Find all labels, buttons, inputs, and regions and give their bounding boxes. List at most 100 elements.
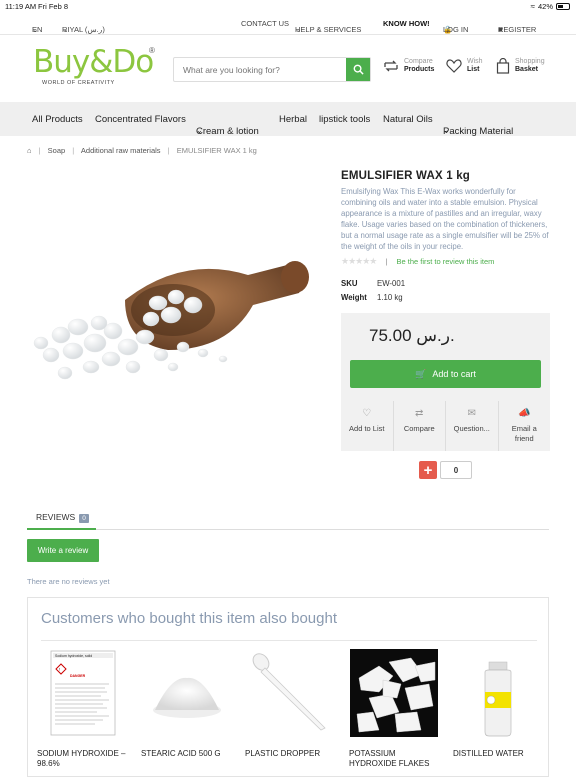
- compare-icon: ⇄: [415, 408, 424, 419]
- nav-herbal[interactable]: Herbal: [279, 114, 307, 125]
- status-date: Fri Feb 8: [38, 2, 69, 11]
- site-header: Buy&Do ® WORLD OF CREATIVITY CompareProd…: [0, 35, 576, 102]
- registered-mark: ®: [149, 46, 155, 55]
- quantity-field[interactable]: 0: [440, 461, 472, 479]
- product-title: EMULSIFIER WAX 1 kg: [341, 170, 471, 182]
- wish-list-link[interactable]: Wish List: [446, 58, 483, 74]
- help-label: HELP & SERVICES: [295, 25, 362, 34]
- sku-row: SKU: [341, 279, 357, 288]
- email-friend-label: Email a friend: [511, 424, 537, 443]
- stearic-acid-image: [153, 677, 221, 718]
- compare-label: Compare: [403, 424, 435, 433]
- nav-all-products[interactable]: All Products: [32, 114, 83, 125]
- chevron-down-icon: ⌄: [62, 25, 69, 34]
- distilled-water-image: [484, 661, 512, 737]
- basket-bottom-label: Basket: [515, 66, 538, 73]
- battery-icon: [556, 3, 570, 10]
- envelope-icon: ✉: [467, 408, 476, 419]
- related-heading: Customers who bought this item also boug…: [41, 610, 337, 627]
- battery-percent: 42%: [537, 2, 553, 11]
- sodium-hydroxide-image: Sodium hydroxide, solid ! DANGER: [50, 650, 116, 736]
- email-friend-button[interactable]: 📣 Email a friend: [499, 401, 551, 451]
- related-item-stearic-acid[interactable]: STEARIC ACID 500 G: [141, 648, 233, 759]
- chevron-down-icon: ⌄: [32, 25, 39, 34]
- svg-text:!: !: [59, 667, 60, 672]
- search-button[interactable]: [346, 58, 370, 81]
- home-icon[interactable]: ⌂: [27, 146, 32, 155]
- search-box: [173, 57, 371, 82]
- product-description: Emulsifying Wax This E-Wax works wonderf…: [341, 187, 549, 251]
- compare-button[interactable]: ⇄ Compare: [394, 401, 446, 451]
- nav-cream-lotion-label: Cream & lotion: [196, 126, 259, 137]
- weight-row: Weight: [341, 293, 367, 302]
- plastic-dropper-image: [252, 653, 326, 731]
- heart-icon: [446, 59, 462, 73]
- compare-icon: [384, 60, 398, 72]
- quantity-plus-button[interactable]: +: [419, 461, 437, 479]
- first-review-link[interactable]: Be the first to review this item: [396, 257, 494, 266]
- breadcrumb: ⌂ | Soap | Additional raw materials | EM…: [27, 146, 257, 155]
- chevron-down-icon: ⌄: [295, 25, 302, 34]
- product-actions: ♡ Add to List ⇄ Compare ✉ Question... 📣 Emai…: [341, 401, 550, 451]
- related-item-name: STEARIC ACID 500 G: [141, 749, 221, 758]
- price-box: 75.00 ر.س. 🛒 Add to cart ♡ Add to List ⇄ C…: [341, 313, 550, 451]
- search-icon: [353, 64, 364, 75]
- question-label: Question...: [453, 424, 490, 433]
- product-price: 75.00 ر.س.: [369, 326, 455, 345]
- potassium-hydroxide-image: [350, 649, 438, 737]
- top-bar: EN ⌄ RIYAL (ر.س) ⌄ CONTACT US HELP & SER…: [0, 13, 576, 35]
- contact-link[interactable]: CONTACT US: [241, 19, 289, 28]
- related-item-sodium-hydroxide[interactable]: Sodium hydroxide, solid ! DANGER SODIUM …: [37, 648, 129, 769]
- compare-products-link[interactable]: Compare Products: [383, 58, 434, 74]
- write-review-button[interactable]: Write a review: [27, 539, 99, 562]
- compare-bottom-label: Products: [404, 66, 435, 73]
- sds-title-text: Sodium hydroxide, solid: [55, 654, 92, 658]
- product-image[interactable]: [33, 255, 313, 405]
- rating-stars: ★★★★★: [341, 256, 377, 266]
- status-time: 11:19 AM: [5, 2, 37, 11]
- heart-icon: ♡: [362, 408, 372, 419]
- logo[interactable]: Buy&Do ® WORLD OF CREATIVITY: [33, 44, 155, 86]
- sku-value-wrap: EW-001: [377, 279, 405, 288]
- related-products: Customers who bought this item also boug…: [27, 597, 549, 777]
- question-button[interactable]: ✉ Question...: [446, 401, 499, 451]
- related-item-plastic-dropper[interactable]: PLASTIC DROPPER: [245, 648, 337, 759]
- chevron-down-icon: ⌄: [443, 126, 450, 135]
- related-item-name: DISTILLED WATER: [453, 749, 524, 758]
- reviews-count-badge: 0: [79, 514, 89, 523]
- weight-label: Weight: [341, 293, 367, 302]
- logo-text: Buy&Do: [33, 44, 154, 80]
- status-bar: 11:19 AM Fri Feb 8 ≈ 42%: [0, 0, 576, 13]
- tab-reviews[interactable]: REVIEWS 0: [27, 506, 96, 530]
- add-to-cart-button[interactable]: 🛒 Add to cart: [350, 360, 541, 388]
- wish-bottom-label: List: [467, 66, 480, 73]
- danger-text: DANGER: [70, 674, 86, 678]
- shopping-bag-icon: [496, 58, 510, 74]
- megaphone-icon: 📣: [518, 408, 531, 419]
- related-item-name: POTASSIUM HYDROXIDE FLAKES: [349, 749, 430, 768]
- shopping-basket-link[interactable]: Shopping Basket: [496, 58, 545, 74]
- search-input[interactable]: [174, 58, 346, 81]
- breadcrumb-soap[interactable]: Soap: [48, 146, 66, 155]
- wish-top-label: Wish: [467, 58, 483, 65]
- login-label: LOG IN: [443, 25, 469, 34]
- add-to-list-button[interactable]: ♡ Add to List: [341, 401, 394, 451]
- related-item-distilled-water[interactable]: DISTILLED WATER: [453, 648, 545, 759]
- reviews-tabs: REVIEWS 0: [27, 506, 549, 530]
- weight-value-wrap: 1.10 kg: [377, 293, 403, 302]
- breadcrumb-additional-raw-materials[interactable]: Additional raw materials: [81, 146, 161, 155]
- weight-value: 1.10 kg: [377, 293, 403, 302]
- chevron-down-icon: ⌄: [196, 126, 203, 135]
- related-item-potassium-hydroxide[interactable]: POTASSIUM HYDROXIDE FLAKES: [349, 648, 441, 769]
- currency-label: RIYAL (ر.س): [62, 25, 105, 34]
- know-how-link[interactable]: KNOW HOW!: [383, 19, 430, 28]
- cart-icon: 🛒: [415, 368, 427, 379]
- nav-lipstick-tools[interactable]: lipstick tools: [319, 114, 370, 125]
- nav-natural-oils[interactable]: Natural Oils: [383, 114, 433, 125]
- sku-label: SKU: [341, 279, 358, 288]
- nav-concentrated-flavors[interactable]: Concentrated Flavors: [95, 114, 186, 125]
- product-rating: ★★★★★ | Be the first to review this item: [341, 256, 495, 266]
- status-right: ≈ 42%: [531, 2, 570, 11]
- register-label: REGISTER: [498, 25, 537, 34]
- add-to-cart-label: Add to cart: [432, 369, 476, 379]
